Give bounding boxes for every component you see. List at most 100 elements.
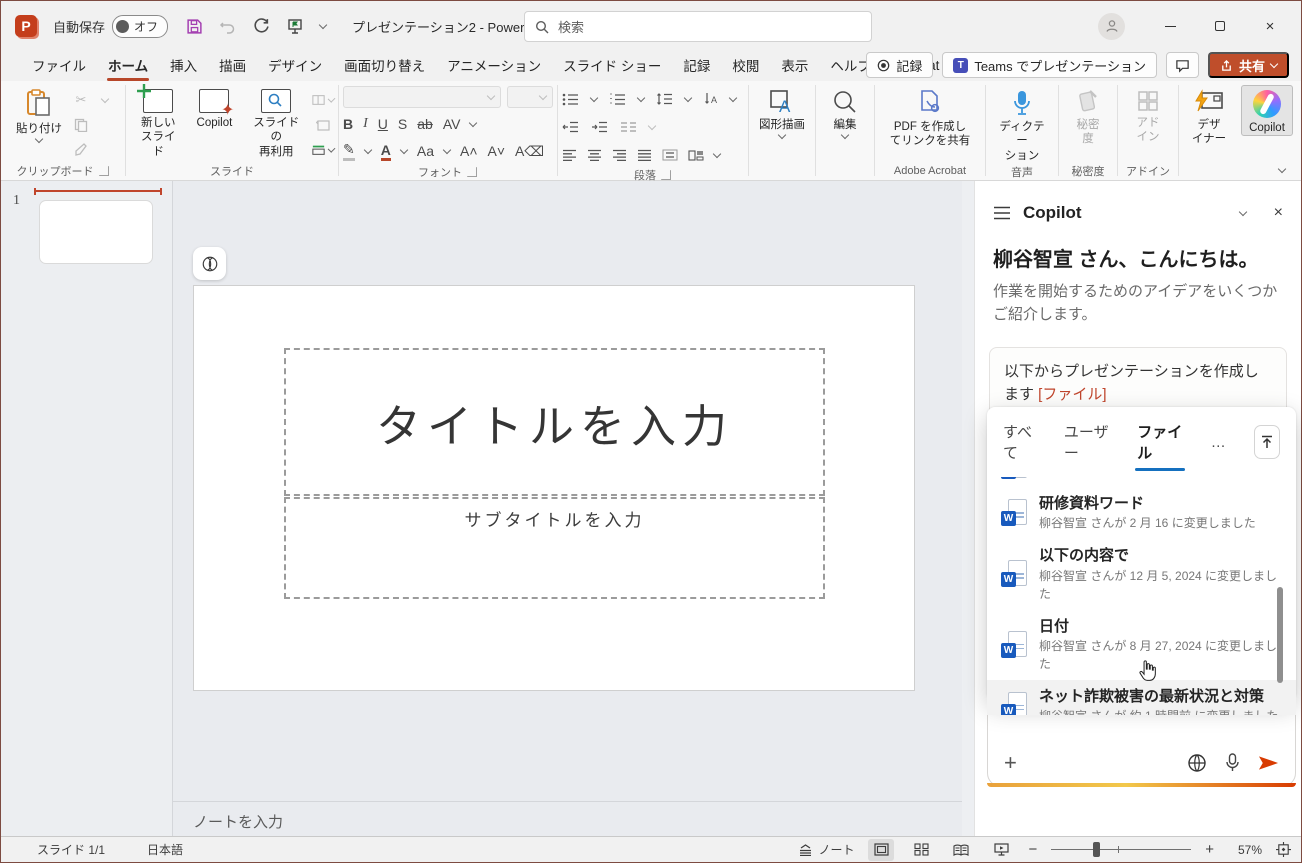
font-color-button[interactable]: A	[381, 142, 391, 161]
create-pdf-share-link-button[interactable]: PDF を作成し てリンクを共有	[884, 85, 977, 149]
slide-sorter-view-button[interactable]	[908, 839, 934, 861]
file-row-4[interactable]: W ネット詐欺被害の最新状況と対策柳谷智宣 さんが 約 1 時間前 に変更しまし…	[987, 680, 1296, 715]
clipboard-dialog-launcher[interactable]	[99, 166, 109, 176]
hamburger-menu-icon[interactable]	[993, 206, 1011, 220]
tab-view[interactable]: 表示	[770, 50, 819, 82]
tab-file[interactable]: ファイル	[21, 50, 97, 82]
paragraph-dialog-launcher[interactable]	[661, 170, 671, 180]
mic-icon[interactable]	[1225, 753, 1240, 773]
highlight-pen-button[interactable]: ✎	[343, 141, 355, 161]
paste-button[interactable]: 貼り付け	[10, 85, 68, 142]
send-icon[interactable]	[1258, 754, 1279, 772]
suggestion-file-token[interactable]: [ファイル]	[1038, 386, 1106, 403]
columns-icon[interactable]	[620, 121, 637, 133]
copilot-ribbon-button[interactable]: Copilot	[1241, 85, 1293, 136]
slide-copilot-button[interactable]	[193, 247, 226, 280]
reading-view-button[interactable]	[948, 839, 974, 861]
subtitle-placeholder[interactable]: サブタイトルを入力	[284, 497, 825, 599]
language-indicator[interactable]: 日本語	[147, 841, 183, 858]
distribute-text-icon[interactable]	[662, 149, 678, 161]
zoom-in-button[interactable]: +	[1205, 841, 1214, 858]
section-button[interactable]	[312, 140, 334, 160]
teams-present-button[interactable]: T Teams でプレゼンテーション	[942, 52, 1157, 78]
underline-button[interactable]: U	[378, 116, 388, 132]
italic-button[interactable]: I	[363, 116, 368, 132]
slide-layout-button[interactable]	[312, 90, 334, 110]
increase-indent-icon[interactable]	[591, 121, 608, 133]
dictate-button[interactable]: ディクテー ション	[990, 85, 1054, 163]
web-search-icon[interactable]	[1187, 753, 1207, 773]
reuse-slides-button[interactable]: スライドの 再利用	[242, 85, 310, 159]
line-spacing-icon[interactable]	[656, 92, 673, 106]
account-avatar[interactable]	[1098, 13, 1125, 40]
tab-review[interactable]: 校閲	[721, 50, 770, 82]
file-row-0[interactable]: W 柳谷智宣 さんが 3 月 13 に変更しました	[987, 477, 1296, 487]
collapse-picker-button[interactable]	[1254, 425, 1280, 459]
new-slide-button[interactable]: 新しい スライド	[130, 85, 186, 159]
notes-toggle-button[interactable]: ノート	[798, 841, 854, 858]
zoom-percentage[interactable]: 57%	[1228, 843, 1262, 857]
add-attachment-button[interactable]: +	[1004, 752, 1017, 774]
maximize-button[interactable]	[1199, 9, 1241, 43]
record-button[interactable]: 記録	[866, 52, 933, 78]
slide-thumbnail[interactable]	[39, 200, 153, 264]
dropdown-scrollbar[interactable]	[1277, 587, 1283, 683]
justify-icon[interactable]	[637, 149, 652, 161]
normal-view-button[interactable]	[868, 839, 894, 861]
align-right-icon[interactable]	[612, 149, 627, 161]
notes-placeholder[interactable]: ノートを入力	[193, 811, 283, 832]
strikethrough-button[interactable]: ab	[417, 116, 433, 132]
editing-button[interactable]: 編集	[819, 85, 871, 138]
dd-tab-files[interactable]: ファイル	[1137, 421, 1183, 469]
fit-to-window-icon[interactable]	[1276, 842, 1291, 857]
align-center-icon[interactable]	[587, 149, 602, 161]
redo-button[interactable]	[253, 18, 270, 35]
tab-design[interactable]: デザイン	[257, 50, 333, 82]
autosave-toggle[interactable]: オフ	[112, 15, 168, 38]
undo-button[interactable]	[219, 18, 237, 34]
panel-close-icon[interactable]: ×	[1274, 204, 1283, 222]
tab-slideshow[interactable]: スライド ショー	[552, 50, 672, 82]
tab-animations[interactable]: アニメーション	[436, 50, 552, 82]
clear-formatting-button[interactable]: A⌫	[515, 143, 544, 160]
close-button[interactable]: ×	[1249, 9, 1291, 43]
customize-quick-access-button[interactable]	[320, 25, 326, 28]
zoom-slider[interactable]	[1051, 849, 1191, 850]
copy-button[interactable]	[70, 115, 92, 135]
font-dialog-launcher[interactable]	[467, 167, 477, 177]
tab-draw[interactable]: 描画	[208, 50, 257, 82]
change-case-button[interactable]: Aa	[417, 143, 434, 159]
designer-button[interactable]: デザ イナー	[1183, 85, 1235, 147]
font-size-select[interactable]	[507, 86, 553, 108]
reset-slide-button[interactable]	[312, 115, 334, 135]
text-direction-icon[interactable]: A	[703, 92, 718, 106]
dd-tab-users[interactable]: ユーザー	[1064, 421, 1109, 469]
format-painter-button[interactable]	[70, 140, 92, 160]
minimize-button[interactable]	[1149, 9, 1191, 43]
start-presentation-button[interactable]	[286, 17, 304, 35]
tab-insert[interactable]: 挿入	[159, 50, 208, 82]
numbered-list-icon[interactable]	[609, 93, 626, 106]
bullet-list-icon[interactable]	[562, 93, 579, 106]
text-shadow-button[interactable]: S	[398, 116, 407, 132]
decrease-indent-icon[interactable]	[562, 121, 579, 133]
search-box[interactable]: 検索	[524, 11, 872, 42]
dd-tab-all[interactable]: すべて	[1003, 421, 1036, 469]
notes-divider[interactable]	[173, 801, 962, 802]
share-button[interactable]: 共有	[1208, 52, 1289, 78]
font-name-select[interactable]	[343, 86, 501, 108]
grow-font-button[interactable]: A˄	[460, 143, 478, 159]
align-left-icon[interactable]	[562, 149, 577, 161]
tab-transitions[interactable]: 画面切り替え	[333, 50, 436, 82]
drawing-button[interactable]: A 図形描画	[753, 85, 811, 138]
zoom-out-button[interactable]: −	[1028, 841, 1037, 858]
dd-tab-more[interactable]: …	[1211, 434, 1226, 457]
zoom-slider-knob[interactable]	[1093, 842, 1100, 857]
paste-options-chevron[interactable]	[94, 90, 116, 110]
bold-button[interactable]: B	[343, 116, 353, 132]
slide-indicator[interactable]: スライド 1/1	[37, 841, 105, 858]
title-placeholder[interactable]: タイトルを入力	[284, 348, 825, 496]
copilot-slides-button[interactable]: ✦ Copilot	[188, 85, 240, 130]
shrink-font-button[interactable]: A˅	[488, 143, 506, 159]
save-button[interactable]	[186, 18, 203, 35]
